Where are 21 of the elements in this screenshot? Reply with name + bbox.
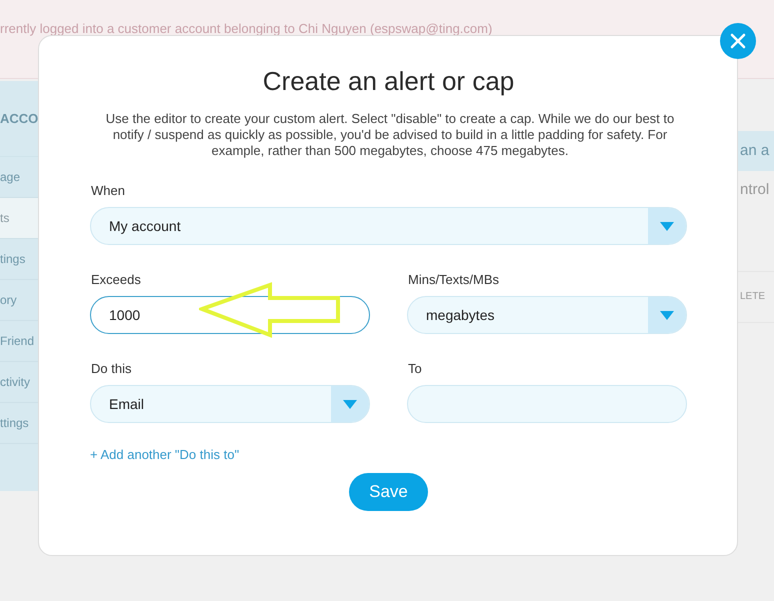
dialog-title: Create an alert or cap	[262, 66, 514, 97]
dropdown[interactable]: Email	[90, 385, 370, 423]
notice-text: rrently logged into a customer account belonging to Chi Nguyen (espswap@ting.com)	[0, 20, 492, 36]
field-label: Mins/Texts/MBs	[408, 272, 500, 287]
field-label: When	[91, 183, 126, 198]
dropdown[interactable]: My account	[90, 207, 687, 245]
field-label: Exceeds	[91, 272, 142, 287]
caret-icon	[660, 310, 674, 320]
add-action-link[interactable]: + Add another "Do this to"	[90, 447, 240, 462]
caret-icon	[660, 222, 674, 230]
caret-icon	[343, 400, 357, 408]
dropdown[interactable]: megabytes	[407, 296, 687, 334]
panel-text: ntrol	[739, 181, 770, 198]
dialog-description: Use the editor to create your custom alert. Select "disable" to create a cap. While we do our best to notify / suspend as quickly as possible, you'd be advised to build in a little padding for safety. For example, rather than 500 megabytes, choose 475 megabytes.	[104, 111, 676, 159]
input-field[interactable]	[407, 385, 687, 423]
sidebar-item[interactable]: ts	[0, 198, 38, 239]
close-icon[interactable]	[720, 23, 756, 59]
field-label: Do this	[91, 361, 132, 376]
field-label: To	[408, 361, 423, 376]
save-button[interactable]: Save	[349, 473, 428, 511]
panel-heading: an a	[738, 131, 774, 171]
